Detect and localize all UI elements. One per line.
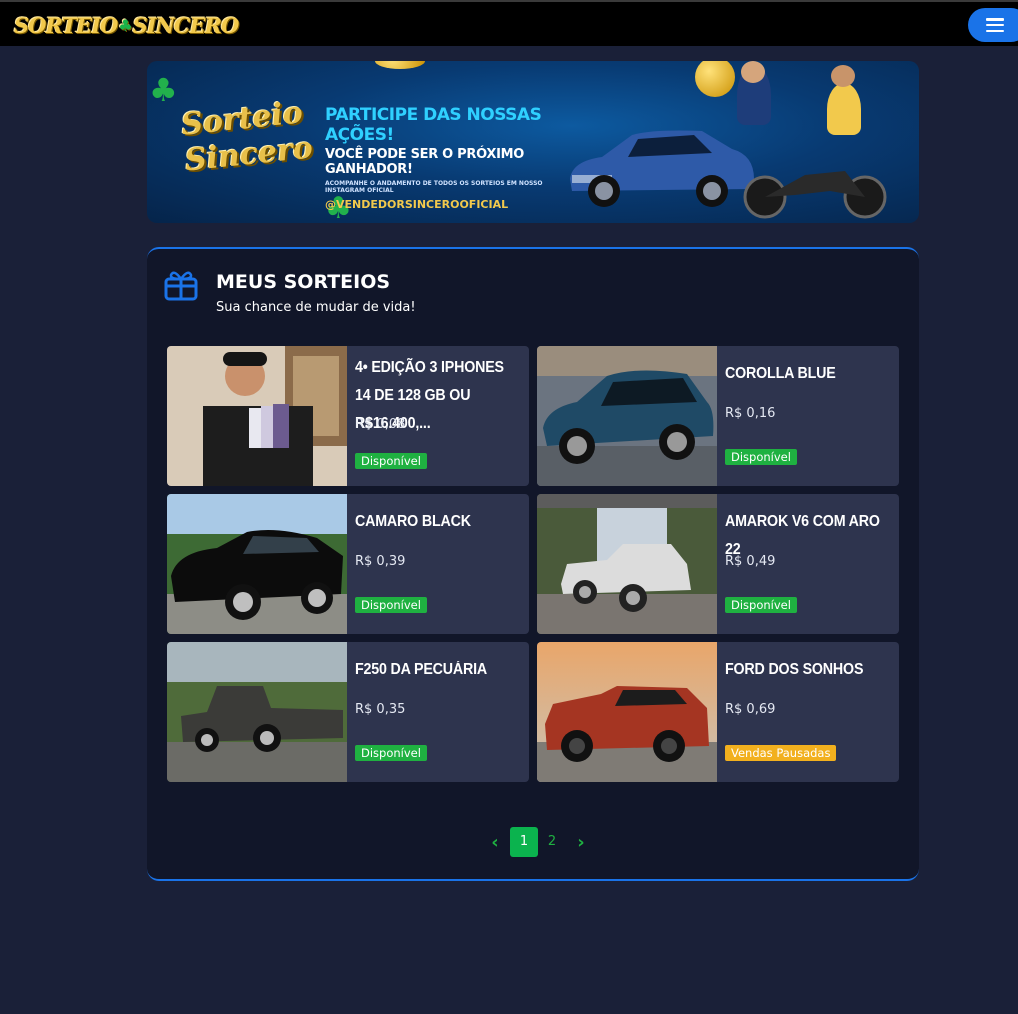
coin-decoration (695, 61, 735, 97)
banner-logo: Sorteio Sincero (180, 94, 317, 179)
raffle-price: R$ 0,08 (355, 417, 406, 432)
raffle-thumbnail-image (537, 346, 717, 486)
motorcycle-image (743, 171, 887, 219)
raffle-title: CAMARO BLACK (355, 513, 471, 530)
promo-banner[interactable]: ♣ ♣ Sorteio Sincero PARTICIPE DAS NOSSAS… (147, 61, 919, 223)
gift-icon (164, 271, 198, 301)
pagination: ‹ 1 2 › (480, 827, 596, 857)
person-head-image (741, 61, 765, 83)
clover-icon: ♣ (118, 15, 132, 35)
raffle-price: R$ 0,69 (725, 702, 776, 717)
hamburger-menu-icon (986, 18, 1004, 32)
chevron-right-icon[interactable]: › (566, 832, 596, 853)
status-badge: Disponível (355, 745, 427, 761)
raffle-thumbnail-image (167, 494, 347, 634)
person-image (827, 83, 861, 135)
status-badge: Disponível (725, 597, 797, 613)
status-badge: Vendas Pausadas (725, 745, 837, 761)
raffle-thumbnail-image (537, 494, 717, 634)
coin-decoration (375, 61, 425, 69)
raffle-thumbnail-image (537, 642, 717, 782)
raffle-title: F250 DA PECUÁRIA (355, 661, 488, 678)
clover-decoration-icon: ♣ (149, 71, 178, 109)
top-navbar: SORTEIO ♣ SINCERO (0, 0, 1018, 46)
site-logo[interactable]: SORTEIO ♣ SINCERO (14, 10, 240, 40)
banner-subheadline: VOCÊ PODE SER O PRÓXIMO GANHADOR! (325, 147, 525, 177)
person-head-image (831, 65, 855, 87)
suv-image (570, 130, 754, 207)
raffle-card-amarok[interactable]: AMAROK V6 COM ARO 22 R$ 0,49 Disponível (537, 494, 899, 634)
raffle-title: FORD DOS SONHOS (725, 661, 864, 678)
raffle-price: R$ 0,39 (355, 554, 406, 569)
raffle-thumbnail-image (167, 346, 347, 486)
raffle-card-f250[interactable]: F250 DA PECUÁRIA R$ 0,35 Disponível (167, 642, 529, 782)
raffle-card-corolla[interactable]: COROLLA BLUE R$ 0,16 Disponível (537, 346, 899, 486)
raffle-price: R$ 0,35 (355, 702, 406, 717)
raffle-title: COROLLA BLUE (725, 365, 836, 382)
logo-text-left: SORTEIO (14, 12, 118, 38)
page-2-button[interactable]: 2 (538, 827, 566, 857)
raffle-card-ford[interactable]: FORD DOS SONHOS R$ 0,69 Vendas Pausadas (537, 642, 899, 782)
status-badge: Disponível (355, 453, 427, 469)
page-1-button[interactable]: 1 (510, 827, 538, 857)
chevron-left-icon[interactable]: ‹ (480, 832, 510, 853)
status-badge: Disponível (355, 597, 427, 613)
logo-text-right: SINCERO (132, 12, 240, 38)
raffle-price: R$ 0,16 (725, 406, 776, 421)
status-badge: Disponível (725, 449, 797, 465)
section-title: MEUS SORTEIOS (216, 271, 391, 293)
raffle-card-camaro[interactable]: CAMARO BLACK R$ 0,39 Disponível (167, 494, 529, 634)
raffle-card-iphones[interactable]: 4• EDIÇÃO 3 IPHONES 14 DE 128 GB OU R$16… (167, 346, 529, 486)
menu-button[interactable] (968, 8, 1018, 42)
section-subtitle: Sua chance de mudar de vida! (216, 300, 416, 315)
raffle-thumbnail-image (167, 642, 347, 782)
banner-small-text: ACOMPANHE O ANDAMENTO DE TODOS OS SORTEI… (325, 180, 543, 194)
banner-text: PARTICIPE DAS NOSSAS AÇÕES! VOCÊ PODE SE… (325, 105, 565, 211)
banner-instagram: @VENDEDORSINCEROOFICIAL (325, 198, 509, 211)
raffles-card: MEUS SORTEIOS Sua chance de mudar de vid… (147, 247, 919, 881)
banner-headline: PARTICIPE DAS NOSSAS AÇÕES! (325, 105, 542, 145)
raffle-price: R$ 0,49 (725, 554, 776, 569)
